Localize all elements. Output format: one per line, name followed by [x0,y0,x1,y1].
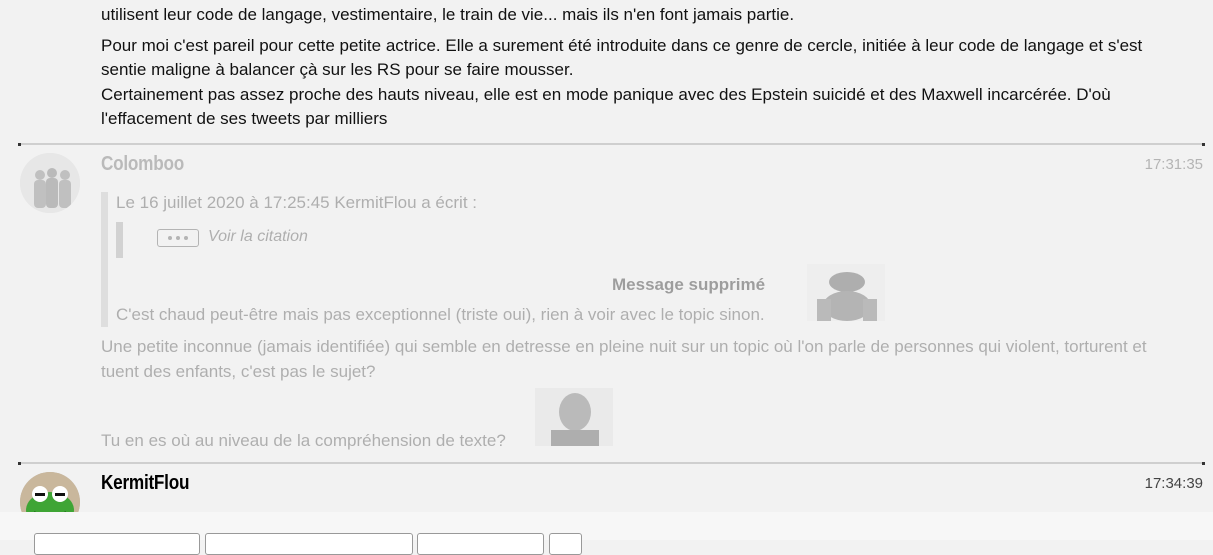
expand-quote-button[interactable] [157,229,199,247]
toolbar-button[interactable] [34,533,200,555]
avatar[interactable] [20,153,80,213]
view-quote-link[interactable]: Voir la citation [208,228,308,246]
post-divider [18,143,1205,146]
post-divider [18,462,1205,465]
post-body: Une petite inconnue (jamais identifiée) … [101,337,1147,381]
deleted-message-label: Message supprimé [612,275,766,294]
post-body: utilisent leur code de langage, vestimen… [101,3,1181,132]
ellipsis-icon [168,236,188,240]
avatar-image [20,153,80,213]
post-paragraph: Certainement pas assez proche des hauts … [101,84,1111,129]
toolbar-button[interactable] [205,533,413,555]
post-body: Tu en es où au niveau de la compréhensio… [101,431,506,450]
nested-quote-bar [116,222,123,258]
post-paragraph: Pour moi c'est pareil pour cette petite … [101,35,1143,80]
author-name[interactable]: KermitFlou [101,472,189,495]
toolbar-button[interactable] [417,533,544,555]
post-time: 17:34:39 [1144,475,1203,492]
kermit-sticker [807,264,885,321]
quote-header: Le 16 juillet 2020 à 17:25:45 KermitFlou… [116,193,477,212]
post-text-line: utilisent leur code de langage, vestimen… [101,5,795,24]
toolbar-button[interactable] [549,533,582,555]
quote-bar [101,192,108,327]
author-name[interactable]: Colomboo [101,153,184,176]
quote-text: C'est chaud peut-être mais pas exception… [116,305,765,324]
post-time: 17:31:35 [1144,156,1203,173]
